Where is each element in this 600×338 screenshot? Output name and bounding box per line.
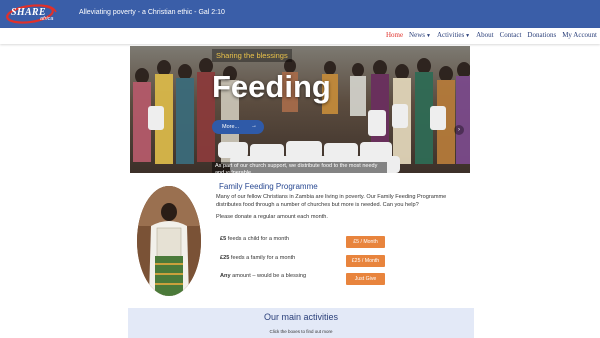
portrait-image bbox=[137, 186, 201, 296]
nav-menu: Home News▼ Activities▼ About Contact Don… bbox=[386, 31, 597, 39]
nav-donations[interactable]: Donations bbox=[527, 31, 556, 39]
caret-down-icon: ▼ bbox=[426, 34, 431, 39]
hero-carousel[interactable]: Sharing the blessings Feeding More... → … bbox=[130, 46, 470, 173]
hero-caption: As part of our church support, we distri… bbox=[212, 162, 387, 173]
nav-my-account-label: My Account bbox=[562, 31, 597, 39]
caret-down-icon: ▼ bbox=[465, 34, 471, 39]
main-activities-section: Our main activities Click the boxes to f… bbox=[128, 308, 474, 338]
donation-row-text: £5 feeds a child for a month bbox=[220, 236, 289, 242]
hero-kicker-text: Sharing the blessings bbox=[212, 49, 292, 62]
donation-description: amount – would be a blessing bbox=[230, 273, 307, 279]
feature-prompt: Please donate a regular amount each mont… bbox=[216, 214, 328, 220]
feature-title: Family Feeding Programme bbox=[219, 182, 318, 191]
donate-5-month-button[interactable]: £5 / Month bbox=[346, 236, 385, 248]
site-tagline: Alleviating poverty - a Christian ethic … bbox=[79, 9, 225, 16]
nav-about[interactable]: About bbox=[476, 31, 494, 39]
hero-more-button[interactable]: More... → bbox=[212, 120, 264, 134]
hero-title: Feeding bbox=[212, 69, 331, 104]
main-navbar: Home News▼ Activities▼ About Contact Don… bbox=[0, 28, 600, 44]
logo-subtext: africa bbox=[40, 16, 54, 22]
nav-home[interactable]: Home bbox=[386, 31, 403, 39]
hero-more-label: More... bbox=[222, 124, 240, 130]
nav-activities-label: Activities bbox=[436, 31, 465, 39]
nav-home-label: Home bbox=[385, 31, 404, 39]
share-africa-logo[interactable]: SHARE africa bbox=[6, 4, 62, 25]
nav-my-account[interactable]: My Account bbox=[562, 31, 597, 39]
hero-photo-image bbox=[130, 46, 470, 173]
nav-contact-label: Contact bbox=[499, 31, 522, 39]
nav-activities[interactable]: Activities▼ bbox=[437, 31, 470, 39]
donation-row-text: £25 feeds a family for a month bbox=[220, 255, 295, 261]
activities-subtitle: Click the boxes to find out more bbox=[269, 329, 333, 334]
nav-news[interactable]: News▼ bbox=[409, 31, 431, 39]
just-give-button[interactable]: Just Give bbox=[346, 273, 385, 285]
donation-description: feeds a family for a month bbox=[229, 255, 296, 261]
donation-amount: Any bbox=[220, 273, 231, 279]
arrow-right-icon: → bbox=[251, 123, 257, 129]
donate-25-month-button[interactable]: £25 / Month bbox=[346, 255, 385, 267]
nav-about-label: About bbox=[476, 31, 494, 39]
carousel-next-icon[interactable]: › bbox=[454, 125, 464, 135]
donation-row-text: Any amount – would be a blessing bbox=[220, 273, 306, 279]
nav-contact[interactable]: Contact bbox=[500, 31, 522, 39]
nav-news-label: News bbox=[409, 31, 425, 39]
top-header-bar: SHARE africa Alleviating poverty - a Chr… bbox=[0, 0, 600, 28]
nav-donations-label: Donations bbox=[527, 31, 557, 39]
donation-description: feeds a child for a month bbox=[226, 236, 290, 242]
donation-amount: £25 bbox=[220, 255, 230, 261]
feature-paragraph: Many of our fellow Christians in Zambia … bbox=[216, 194, 447, 208]
portrait-photo bbox=[137, 186, 201, 296]
activities-title: Our main activities bbox=[263, 312, 339, 322]
